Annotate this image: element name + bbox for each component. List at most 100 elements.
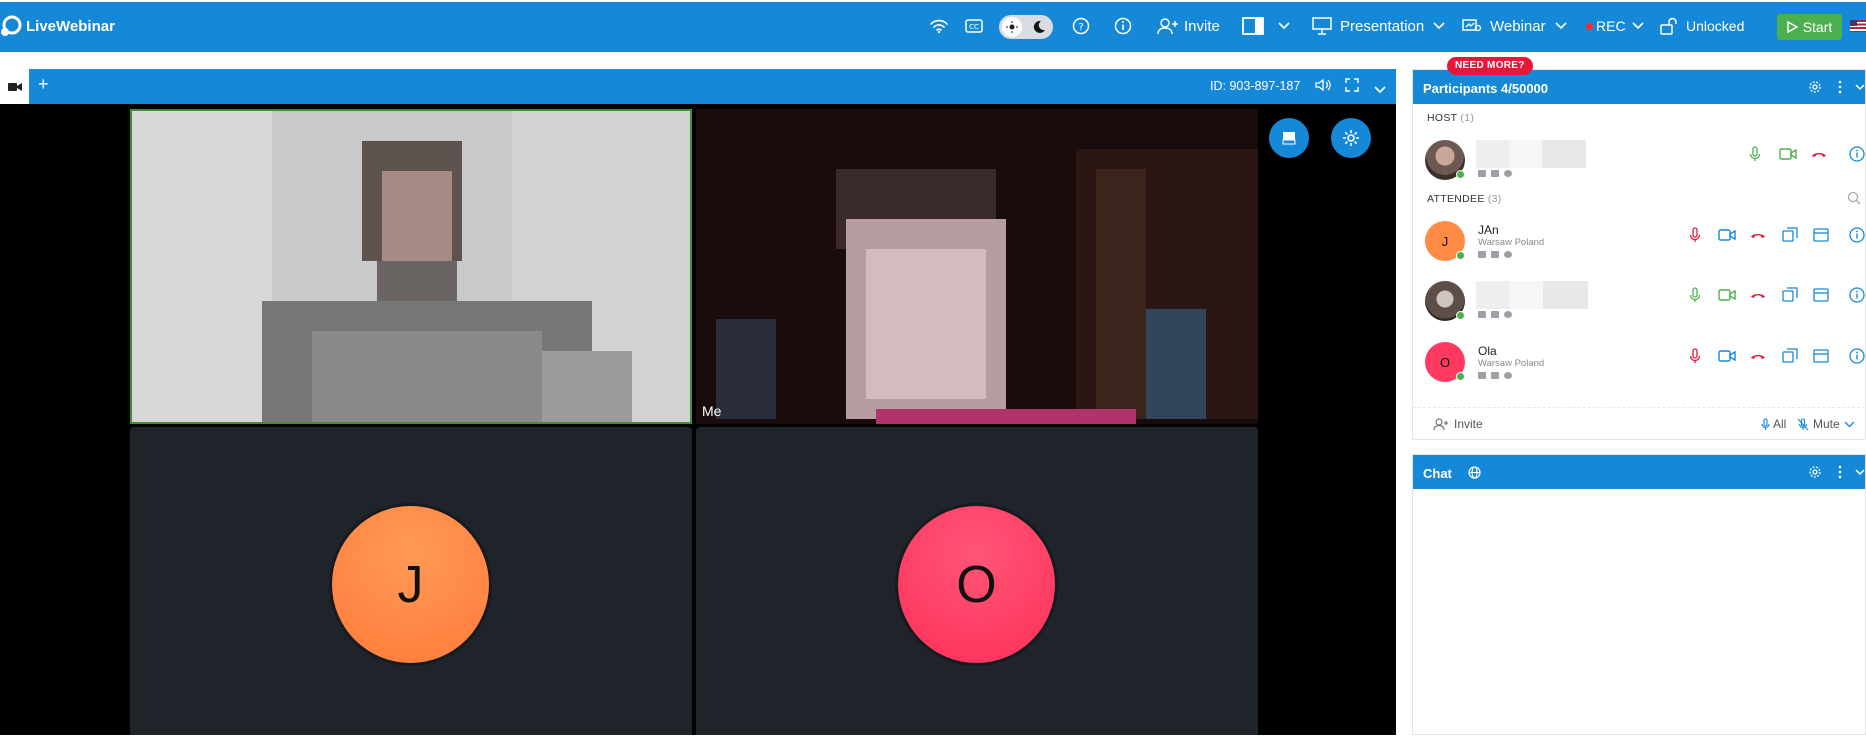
connection-icon[interactable] — [930, 12, 948, 40]
need-more-badge[interactable]: NEED MORE? — [1447, 57, 1533, 75]
microphone-icon[interactable] — [1689, 287, 1701, 303]
search-icon[interactable] — [1847, 191, 1861, 205]
online-status-icon — [1456, 372, 1465, 381]
gear-icon[interactable] — [1809, 81, 1821, 93]
info-icon[interactable] — [1849, 227, 1865, 243]
lock-button[interactable]: Unlocked — [1660, 12, 1744, 40]
participant-name: JAn — [1478, 223, 1499, 237]
rec-label: REC — [1596, 18, 1626, 34]
chat-title: Chat — [1423, 466, 1452, 481]
info-icon[interactable] — [1849, 348, 1865, 364]
video-camera-icon[interactable] — [1718, 229, 1736, 241]
add-tab-button[interactable]: + — [38, 74, 49, 95]
device-icons — [1478, 372, 1512, 379]
laptop-icon — [1478, 372, 1486, 379]
more-vertical-icon[interactable] — [1837, 465, 1843, 479]
invite-participant-button[interactable]: Invite — [1433, 417, 1483, 431]
start-button[interactable]: Start — [1777, 14, 1842, 40]
mute-all-button[interactable]: Mute — [1797, 417, 1855, 431]
chat-messages-area[interactable] — [1413, 489, 1865, 736]
avatar: O — [1425, 342, 1465, 382]
chevron-down-icon[interactable] — [1855, 84, 1865, 91]
windows-icon — [1491, 170, 1499, 177]
moon-icon — [1033, 20, 1045, 33]
chevron-down-icon — [1844, 421, 1855, 427]
participant-row-attendee[interactable]: J JAn Warsaw Poland — [1413, 215, 1865, 271]
volume-icon[interactable] — [1315, 78, 1331, 97]
stage-settings-button[interactable] — [1331, 118, 1371, 158]
add-user-icon — [1157, 18, 1178, 35]
info-icon[interactable] — [1114, 12, 1132, 40]
chevron-down-icon[interactable] — [1374, 81, 1386, 99]
captions-icon[interactable]: CC — [965, 12, 983, 40]
language-flag-icon[interactable] — [1850, 20, 1866, 32]
info-icon[interactable] — [1849, 287, 1865, 303]
video-stage: Me J O — [0, 104, 1396, 735]
screen-share-icon[interactable] — [1782, 227, 1798, 243]
avatar — [1425, 140, 1465, 180]
participant-location: Warsaw Poland — [1478, 358, 1545, 369]
attendee-count: (3) — [1487, 193, 1502, 205]
browser-icon — [1504, 170, 1512, 177]
microphone-icon[interactable] — [1749, 146, 1761, 162]
hang-up-icon[interactable] — [1750, 231, 1766, 239]
webinar-button[interactable]: Webinar — [1462, 12, 1567, 40]
video-camera-icon[interactable] — [1779, 148, 1797, 160]
theme-toggle[interactable] — [999, 15, 1053, 39]
help-icon[interactable]: ? — [1072, 12, 1090, 40]
gear-icon[interactable] — [1809, 466, 1821, 478]
chevron-down-icon[interactable] — [1855, 469, 1865, 476]
device-icons — [1478, 251, 1512, 258]
video-camera-icon[interactable] — [1718, 350, 1736, 362]
avatar: J — [332, 506, 489, 663]
avatar: O — [898, 506, 1055, 663]
more-vertical-icon[interactable] — [1837, 80, 1843, 94]
layout-button[interactable] — [1242, 12, 1290, 40]
participants-panel: Participants 4/50000 HOST (1) ATTENDEE (… — [1412, 69, 1866, 440]
video-tile-attendee[interactable]: J — [130, 427, 692, 735]
app-logo[interactable]: LiveWebinar — [0, 15, 115, 37]
video-tile-host[interactable] — [130, 109, 692, 424]
window-icon[interactable] — [1813, 287, 1829, 303]
me-label: Me — [702, 403, 722, 419]
tab-camera[interactable] — [0, 69, 29, 104]
video-tile-me[interactable]: Me — [696, 109, 1258, 424]
participants-footer: Invite All Mute — [1413, 407, 1865, 439]
avatar — [1425, 281, 1465, 321]
host-section-label: HOST (1) — [1427, 112, 1474, 124]
fullscreen-icon[interactable] — [1345, 78, 1359, 97]
browser-icon — [1504, 311, 1512, 318]
invite-label: Invite — [1184, 17, 1220, 35]
hang-up-icon[interactable] — [1750, 291, 1766, 299]
layout-icon — [1242, 17, 1264, 35]
participant-row-host[interactable] — [1413, 134, 1865, 190]
presentation-button[interactable]: Presentation — [1312, 12, 1445, 40]
invite-button[interactable]: Invite — [1157, 12, 1220, 40]
microphone-muted-icon[interactable] — [1689, 348, 1701, 364]
window-icon[interactable] — [1813, 348, 1829, 364]
microphone-off-icon — [1797, 417, 1809, 430]
info-icon[interactable] — [1849, 146, 1865, 162]
video-camera-icon[interactable] — [1718, 289, 1736, 301]
microphone-muted-icon[interactable] — [1689, 227, 1701, 243]
globe-icon[interactable] — [1468, 466, 1481, 479]
webinar-icon — [1462, 19, 1482, 32]
panel-icon — [1282, 132, 1296, 145]
participant-row-attendee[interactable]: O Ola Warsaw Poland — [1413, 336, 1865, 392]
video-tile-attendee[interactable]: O — [696, 427, 1258, 735]
online-status-icon — [1456, 311, 1465, 320]
participant-row-attendee[interactable] — [1413, 275, 1865, 331]
screen-share-icon[interactable] — [1782, 287, 1798, 303]
unmute-all-button[interactable]: All — [1761, 417, 1786, 431]
rec-button[interactable]: REC — [1586, 12, 1644, 40]
layout-toggle-button[interactable] — [1269, 118, 1309, 158]
svg-text:?: ? — [1078, 22, 1083, 33]
window-icon[interactable] — [1813, 227, 1829, 243]
hang-up-icon[interactable] — [1750, 352, 1766, 360]
hang-up-icon[interactable] — [1811, 150, 1827, 158]
host-count: (1) — [1460, 112, 1475, 124]
screen-share-icon[interactable] — [1782, 348, 1798, 364]
laptop-icon — [1478, 251, 1486, 258]
logo-icon — [1, 15, 22, 36]
gear-icon — [1343, 130, 1359, 146]
